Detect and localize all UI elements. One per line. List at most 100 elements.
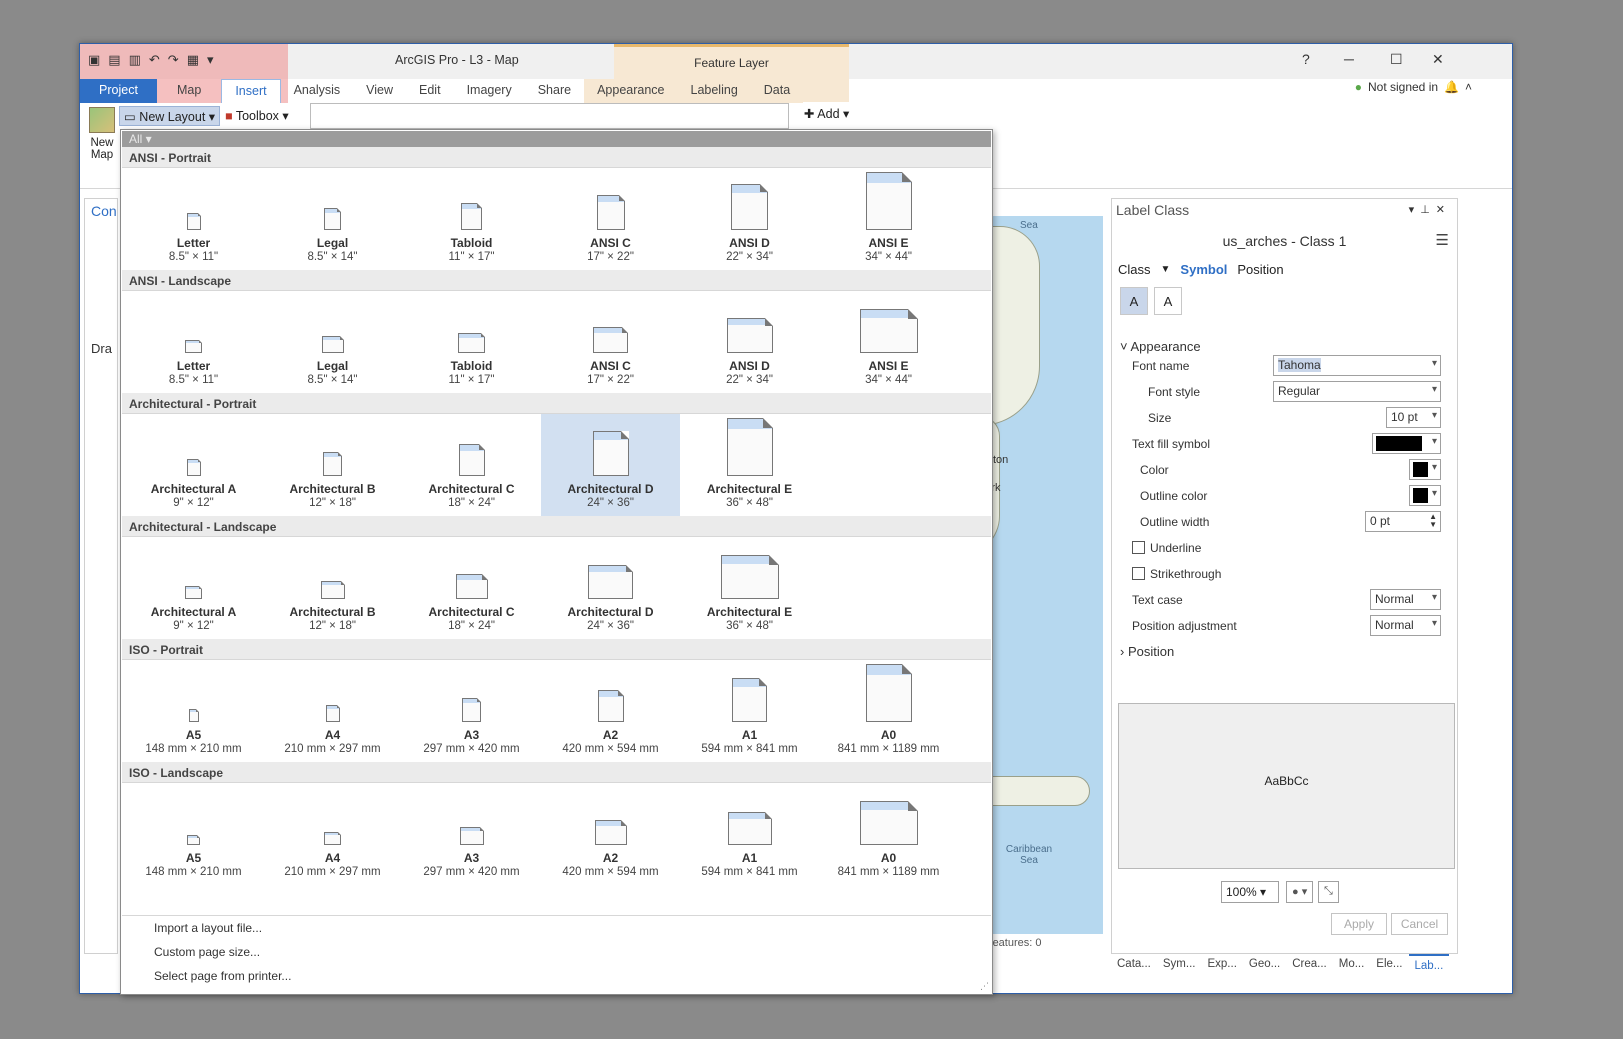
open-project-icon[interactable]: ▤ xyxy=(108,52,120,68)
tab-imagery[interactable]: Imagery xyxy=(454,79,525,103)
page-size-option[interactable]: ANSI C 17" × 22" xyxy=(541,168,680,272)
page-size-option[interactable]: A5 148 mm × 210 mm xyxy=(124,783,263,887)
color-picker[interactable] xyxy=(1409,459,1441,480)
tab-elements[interactable]: Ele... xyxy=(1370,954,1408,976)
preview-tool-icon[interactable]: ⤡ xyxy=(1318,881,1339,903)
page-size-option[interactable]: Architectural E 36" × 48" xyxy=(680,537,819,641)
font-name-dropdown[interactable]: Tahoma xyxy=(1273,355,1441,376)
page-size-option[interactable]: A2 420 mm × 594 mm xyxy=(541,783,680,887)
text-fill-symbol-picker[interactable] xyxy=(1372,433,1441,454)
collapse-ribbon-icon[interactable]: ˄ xyxy=(1465,80,1472,94)
tab-export[interactable]: Exp... xyxy=(1201,954,1242,976)
new-project-icon[interactable]: ▣ xyxy=(88,52,100,68)
redo-icon[interactable]: ↷ xyxy=(168,52,179,68)
page-size-option[interactable]: A3 297 mm × 420 mm xyxy=(402,783,541,887)
page-size-option[interactable]: Letter 8.5" × 11" xyxy=(124,168,263,272)
pane-controls[interactable]: ▾⊥✕ xyxy=(1409,203,1451,216)
page-size-option[interactable]: ANSI E 34" × 44" xyxy=(819,168,958,272)
position-section[interactable]: › Position xyxy=(1120,644,1445,659)
new-layout-button[interactable]: ▭ New Layout ▾ xyxy=(119,106,221,126)
tab-share[interactable]: Share xyxy=(525,79,584,103)
size-dropdown[interactable]: 10 pt xyxy=(1386,407,1441,428)
page-size-option[interactable]: ANSI C 17" × 22" xyxy=(541,291,680,395)
page-size-option[interactable]: Architectural C 18" × 24" xyxy=(402,414,541,518)
tab-symbol[interactable]: Symbol xyxy=(1180,262,1227,277)
tab-insert[interactable]: Insert xyxy=(221,79,281,103)
page-size-option[interactable]: A4 210 mm × 297 mm xyxy=(263,783,402,887)
page-size-option[interactable]: Architectural A 9" × 12" xyxy=(124,414,263,518)
page-size-option[interactable]: Tabloid 11" × 17" xyxy=(402,168,541,272)
undo-icon[interactable]: ↶ xyxy=(149,52,160,68)
pane-menu-icon[interactable]: ☰ xyxy=(1436,231,1449,249)
page-size-option[interactable]: Legal 8.5" × 14" xyxy=(263,291,402,395)
text-case-dropdown[interactable]: Normal xyxy=(1370,589,1441,610)
text-properties-icon[interactable]: A xyxy=(1154,287,1182,315)
apply-button[interactable]: Apply xyxy=(1331,913,1387,935)
tab-labeling[interactable]: Labeling xyxy=(677,79,751,103)
notification-icon[interactable]: 🔔 xyxy=(1444,80,1459,94)
tab-view[interactable]: View xyxy=(353,79,406,103)
page-size-option[interactable]: Tabloid 11" × 17" xyxy=(402,291,541,395)
import-layout-link[interactable]: Import a layout file... xyxy=(122,916,991,940)
spinner-icon[interactable]: ▲ ▼ xyxy=(1429,513,1437,529)
tab-symbology[interactable]: Sym... xyxy=(1157,954,1202,976)
tab-label-class[interactable]: Lab... xyxy=(1408,954,1450,976)
page-size-option[interactable]: A0 841 mm × 1189 mm xyxy=(819,660,958,764)
strikethrough-checkbox[interactable] xyxy=(1132,567,1145,580)
outline-color-picker[interactable] xyxy=(1409,485,1441,506)
new-map-button[interactable]: New Map xyxy=(86,107,118,161)
tab-analysis[interactable]: Analysis xyxy=(281,79,354,103)
gallery-filter-dropdown[interactable]: All ▾ xyxy=(122,131,991,147)
add-button[interactable]: ✚ Add ▾ xyxy=(804,106,849,121)
tab-class[interactable]: Class xyxy=(1118,262,1151,277)
toolbox-button[interactable]: ■ Toolbox ▾ xyxy=(221,106,293,126)
page-size-option[interactable]: Architectural C 18" × 24" xyxy=(402,537,541,641)
toolbox-icon[interactable]: ▦ xyxy=(187,52,199,68)
page-size-option[interactable]: Architectural A 9" × 12" xyxy=(124,537,263,641)
page-size-option[interactable]: ANSI D 22" × 34" xyxy=(680,168,819,272)
chevron-down-icon[interactable]: ▼ xyxy=(1161,264,1171,275)
custom-page-size-link[interactable]: Custom page size... xyxy=(122,940,991,964)
tab-catalog[interactable]: Cata... xyxy=(1111,954,1157,976)
tab-data[interactable]: Data xyxy=(750,79,804,103)
page-size-option[interactable]: A5 148 mm × 210 mm xyxy=(124,660,263,764)
help-button[interactable]: ? xyxy=(1302,51,1310,67)
position-adjustment-dropdown[interactable]: Normal xyxy=(1370,615,1441,636)
page-size-option[interactable]: A1 594 mm × 841 mm xyxy=(680,783,819,887)
minimize-button[interactable]: ─ xyxy=(1344,51,1354,67)
tab-position[interactable]: Position xyxy=(1237,262,1283,277)
page-size-option[interactable]: A1 594 mm × 841 mm xyxy=(680,660,819,764)
cancel-button[interactable]: Cancel xyxy=(1391,913,1448,935)
page-size-option[interactable]: A0 841 mm × 1189 mm xyxy=(819,783,958,887)
chart-gallery-strip[interactable] xyxy=(310,103,789,129)
tab-project[interactable]: Project xyxy=(80,79,157,103)
tab-edit[interactable]: Edit xyxy=(406,79,454,103)
page-size-option[interactable]: A3 297 mm × 420 mm xyxy=(402,660,541,764)
page-size-option[interactable]: Architectural E 36" × 48" xyxy=(680,414,819,518)
page-size-option[interactable]: Legal 8.5" × 14" xyxy=(263,168,402,272)
page-size-option[interactable]: Letter 8.5" × 11" xyxy=(124,291,263,395)
tab-geoprocessing[interactable]: Geo... xyxy=(1243,954,1286,976)
resize-grip[interactable]: ⋰ xyxy=(980,981,989,992)
save-icon[interactable]: ▥ xyxy=(129,52,141,68)
underline-checkbox[interactable] xyxy=(1132,541,1145,554)
customize-qat-icon[interactable]: ▾ xyxy=(207,52,214,68)
tab-map[interactable]: Map xyxy=(157,79,221,103)
outline-width-input[interactable]: 0 pt ▲ ▼ xyxy=(1365,511,1441,532)
page-size-option[interactable]: Architectural B 12" × 18" xyxy=(263,537,402,641)
maximize-button[interactable]: ☐ xyxy=(1390,51,1403,68)
signin-status[interactable]: ● Not signed in 🔔 ˄ xyxy=(1355,80,1472,94)
page-size-option[interactable]: ANSI D 22" × 34" xyxy=(680,291,819,395)
page-size-option[interactable]: Architectural D 24" × 36" xyxy=(541,537,680,641)
page-size-option[interactable]: ANSI E 34" × 44" xyxy=(819,291,958,395)
preview-zoom-dropdown[interactable]: 100% ▾ xyxy=(1221,881,1279,903)
page-size-option[interactable]: Architectural D 24" × 36" xyxy=(541,414,680,518)
tab-create[interactable]: Crea... xyxy=(1286,954,1333,976)
close-button[interactable]: ✕ xyxy=(1432,51,1444,68)
tab-modify[interactable]: Mo... xyxy=(1333,954,1371,976)
font-style-dropdown[interactable]: Regular xyxy=(1273,381,1441,402)
appearance-section[interactable]: ˅ Appearance xyxy=(1120,339,1445,354)
page-size-option[interactable]: A2 420 mm × 594 mm xyxy=(541,660,680,764)
page-size-option[interactable]: A4 210 mm × 297 mm xyxy=(263,660,402,764)
page-size-option[interactable]: Architectural B 12" × 18" xyxy=(263,414,402,518)
